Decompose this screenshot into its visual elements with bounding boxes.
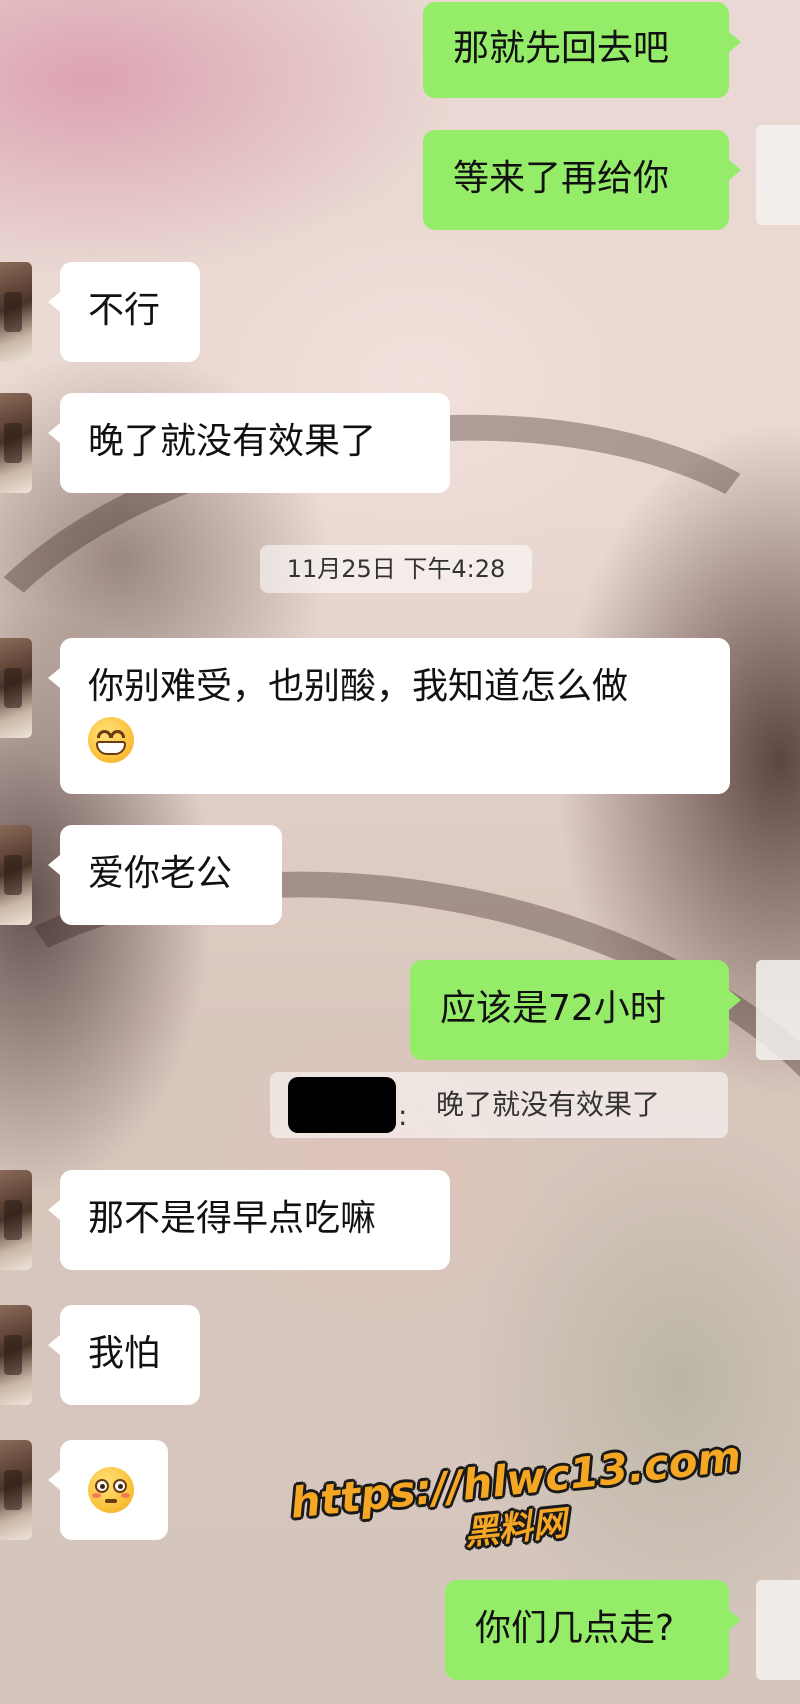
- sent-message-bubble[interactable]: 你们几点走?: [445, 1580, 741, 1680]
- sent-message-bubble[interactable]: 那就先回去吧: [423, 2, 741, 98]
- quote-sender-separator: :: [398, 1099, 408, 1132]
- self-avatar[interactable]: [756, 1580, 800, 1680]
- received-message-bubble[interactable]: [48, 1440, 168, 1540]
- contact-avatar[interactable]: [0, 262, 32, 362]
- contact-avatar[interactable]: [0, 1305, 32, 1405]
- message-text: 那不是得早点吃嘛: [88, 1198, 377, 1239]
- self-avatar[interactable]: [756, 125, 800, 225]
- received-message-bubble[interactable]: 晚了就没有效果了: [48, 393, 450, 493]
- contact-avatar[interactable]: [0, 393, 32, 493]
- message-text: 爱你老公: [88, 853, 233, 894]
- message-text: 晚了就没有效果了: [88, 421, 377, 462]
- quoted-text: 晚了就没有效果了: [436, 1088, 661, 1121]
- redacted-sender-name: [288, 1077, 396, 1133]
- self-avatar[interactable]: [756, 960, 800, 1060]
- sent-message-bubble[interactable]: 等来了再给你: [423, 130, 741, 230]
- message-text: 我怕: [88, 1333, 161, 1374]
- received-message-bubble[interactable]: 你别难受，也别酸，我知道怎么做: [48, 638, 730, 794]
- message-text: 你们几点走?: [475, 1608, 675, 1649]
- sent-message-bubble[interactable]: 应该是72小时: [410, 960, 741, 1060]
- contact-avatar[interactable]: [0, 1170, 32, 1270]
- message-text: 不行: [88, 290, 161, 331]
- received-message-bubble[interactable]: 不行: [48, 262, 200, 362]
- received-message-bubble[interactable]: 爱你老公: [48, 825, 282, 925]
- message-text: 你别难受，也别酸，我知道怎么做: [88, 666, 629, 707]
- message-text: 那就先回去吧: [453, 28, 670, 69]
- flushed-face-icon: [88, 1467, 134, 1513]
- quoted-reply[interactable]: : 晚了就没有效果了: [270, 1072, 728, 1138]
- message-text: 应该是72小时: [440, 988, 666, 1029]
- timestamp-label: 11月25日 下午4:28: [260, 545, 532, 593]
- contact-avatar[interactable]: [0, 825, 32, 925]
- received-message-bubble[interactable]: 那不是得早点吃嘛: [48, 1170, 450, 1270]
- message-text: 等来了再给你: [453, 158, 670, 199]
- grinning-face-icon: [88, 717, 134, 763]
- received-message-bubble[interactable]: 我怕: [48, 1305, 200, 1405]
- contact-avatar[interactable]: [0, 638, 32, 738]
- contact-avatar[interactable]: [0, 1440, 32, 1540]
